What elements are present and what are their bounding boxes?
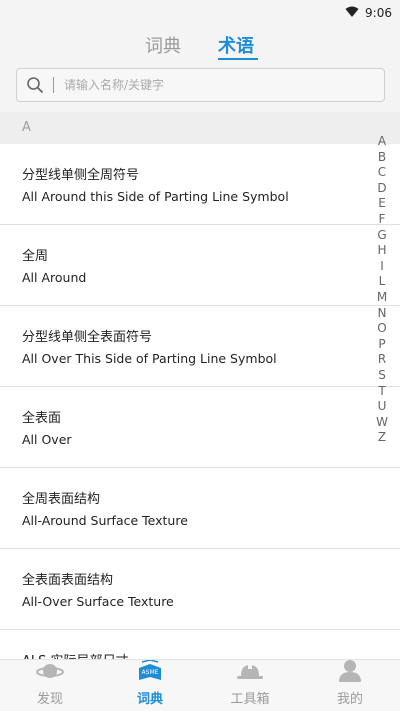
index-letter[interactable]: E bbox=[378, 196, 386, 212]
index-letter[interactable]: L bbox=[379, 274, 386, 290]
index-letter[interactable]: T bbox=[378, 384, 385, 400]
nav-discover[interactable]: 发现 bbox=[0, 660, 100, 711]
term-chinese: 分型线单侧全表面符号 bbox=[22, 330, 153, 345]
search-divider bbox=[53, 77, 54, 93]
list-item[interactable]: ALS 实际局部尺寸 bbox=[0, 630, 400, 659]
term-english: All-Around Surface Texture bbox=[22, 513, 188, 528]
hard-hat-icon bbox=[235, 660, 265, 686]
search-bar[interactable] bbox=[16, 68, 385, 102]
active-tab-indicator bbox=[218, 58, 258, 60]
term-list[interactable]: A 分型线单侧全周符号 All Around this Side of Part… bbox=[0, 112, 400, 659]
list-item[interactable]: 分型线单侧全周符号 All Around this Side of Partin… bbox=[0, 144, 400, 225]
top-tabs: 词典 术语 bbox=[0, 24, 400, 64]
index-letter[interactable]: G bbox=[377, 228, 386, 244]
list-item[interactable]: 全表面 All Over bbox=[0, 387, 400, 468]
term-english: All Over bbox=[22, 432, 72, 447]
asme-book-icon: ASME bbox=[137, 659, 163, 686]
term-chinese: 全表面 bbox=[22, 411, 62, 426]
index-letter[interactable]: R bbox=[378, 352, 386, 368]
tab-terms[interactable]: 术语 bbox=[218, 32, 254, 58]
term-chinese: 全表面表面结构 bbox=[22, 573, 114, 588]
section-header-a: A bbox=[0, 112, 400, 144]
index-letter[interactable]: S bbox=[378, 368, 386, 384]
nav-label-discover: 发现 bbox=[36, 692, 63, 707]
index-letter[interactable]: W bbox=[376, 415, 388, 431]
nav-profile[interactable]: 我的 bbox=[300, 660, 400, 711]
list-item[interactable]: 全周 All Around bbox=[0, 225, 400, 306]
index-letter[interactable]: I bbox=[380, 259, 384, 275]
index-letter[interactable]: Z bbox=[378, 430, 386, 446]
index-letter[interactable]: P bbox=[378, 337, 385, 353]
index-letter[interactable]: A bbox=[378, 134, 386, 150]
term-chinese: 全周 bbox=[22, 249, 49, 264]
list-item[interactable]: 全周表面结构 All-Around Surface Texture bbox=[0, 468, 400, 549]
term-chinese: ALS 实际局部尺寸 bbox=[22, 650, 378, 659]
list-item[interactable]: 分型线单侧全表面符号 All Over This Side of Parting… bbox=[0, 306, 400, 387]
alphabet-index[interactable]: A B C D E F G H I L M N O P R S T U W Z bbox=[375, 134, 389, 446]
search-input[interactable] bbox=[64, 78, 354, 92]
status-right: 9:06 bbox=[345, 3, 392, 22]
nav-label-dictionary: 词典 bbox=[136, 692, 163, 707]
term-chinese: 全周表面结构 bbox=[22, 492, 101, 507]
tab-dictionary[interactable]: 词典 bbox=[145, 32, 181, 58]
index-letter[interactable]: U bbox=[378, 399, 387, 415]
nav-dictionary[interactable]: ASME 词典 bbox=[100, 659, 200, 711]
svg-text:ASME: ASME bbox=[142, 669, 159, 676]
index-letter[interactable]: H bbox=[377, 243, 386, 259]
term-english: All Around bbox=[22, 270, 87, 285]
person-icon bbox=[338, 658, 362, 686]
planet-icon bbox=[36, 660, 64, 686]
index-letter[interactable]: N bbox=[378, 306, 387, 322]
nav-toolbox[interactable]: 工具箱 bbox=[200, 660, 300, 711]
status-bar: 9:06 bbox=[0, 0, 400, 24]
search-icon bbox=[17, 69, 53, 101]
nav-label-toolbox: 工具箱 bbox=[230, 692, 270, 707]
term-english: All Over This Side of Parting Line Symbo… bbox=[22, 351, 277, 366]
wifi-icon bbox=[345, 3, 359, 22]
status-time: 9:06 bbox=[365, 5, 392, 20]
index-letter[interactable]: B bbox=[378, 150, 386, 166]
list-item[interactable]: 全表面表面结构 All-Over Surface Texture bbox=[0, 549, 400, 630]
index-letter[interactable]: C bbox=[378, 165, 386, 181]
bottom-nav: 发现 ASME 词典 工具箱 我的 bbox=[0, 659, 400, 711]
index-letter[interactable]: O bbox=[377, 321, 386, 337]
index-letter[interactable]: F bbox=[379, 212, 386, 228]
term-english: All-Over Surface Texture bbox=[22, 594, 174, 609]
nav-label-profile: 我的 bbox=[336, 692, 363, 707]
index-letter[interactable]: M bbox=[377, 290, 387, 306]
index-letter[interactable]: D bbox=[377, 181, 386, 197]
term-chinese: 分型线单侧全周符号 bbox=[22, 168, 140, 183]
term-english: All Around this Side of Parting Line Sym… bbox=[22, 189, 289, 204]
